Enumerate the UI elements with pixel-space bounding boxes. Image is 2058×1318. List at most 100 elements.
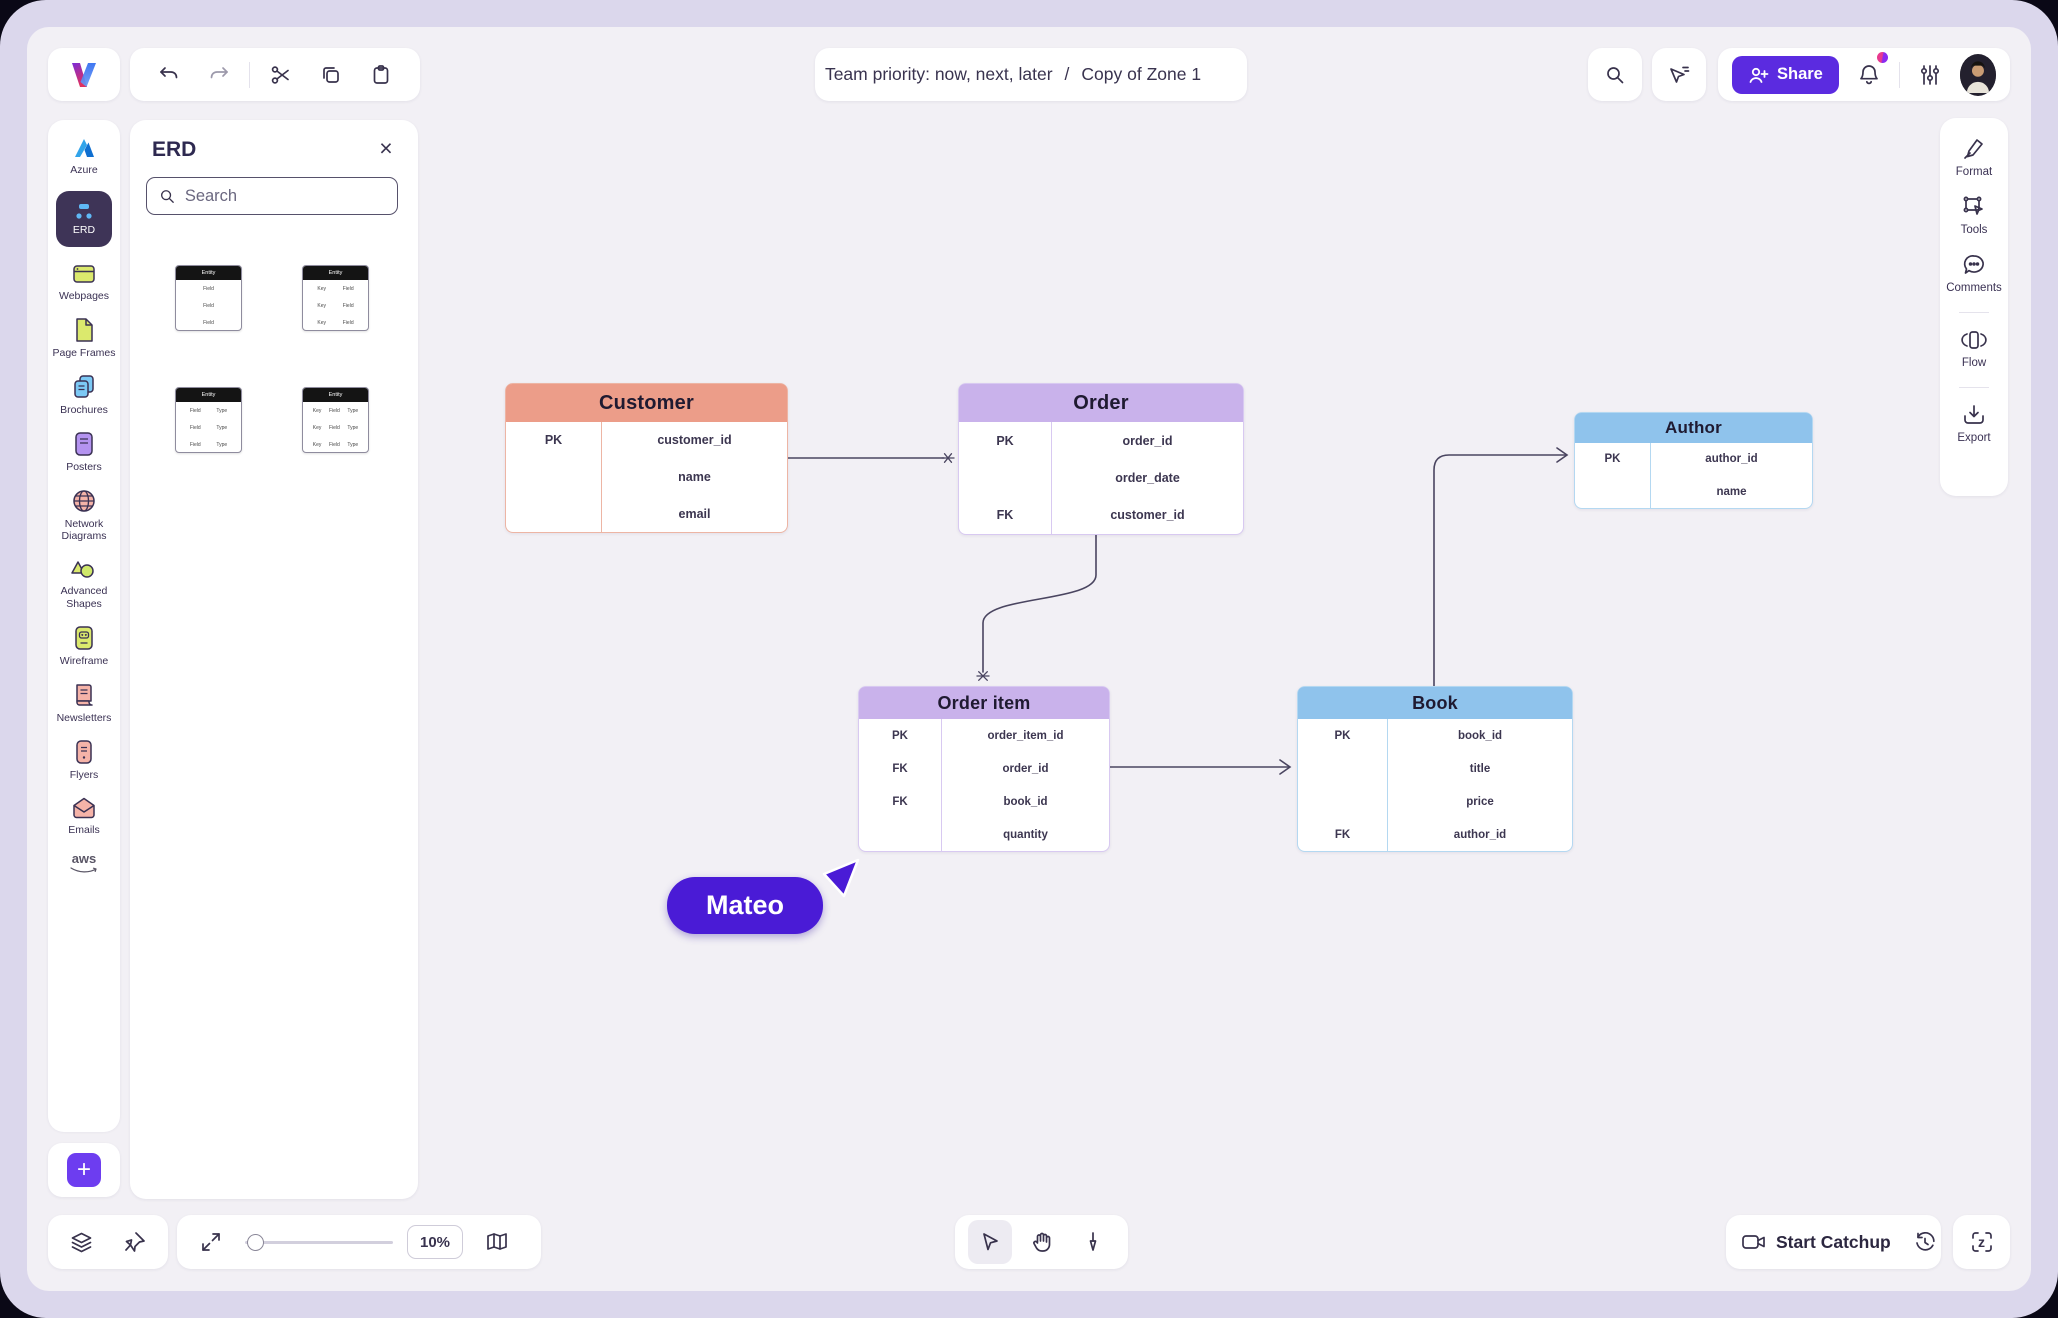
close-panel-button[interactable]: ×	[370, 132, 402, 164]
erd-icon	[72, 203, 96, 220]
entity-order-item[interactable]: Order item PK FK FK order_item_id order_…	[858, 686, 1110, 852]
zoom-slider[interactable]	[245, 1241, 393, 1244]
aws-swoosh	[69, 866, 99, 874]
share-button[interactable]: Share	[1732, 56, 1839, 94]
undo-button[interactable]	[149, 55, 189, 95]
start-catchup-button[interactable]: Start Catchup	[1741, 1231, 1891, 1253]
collaborator-cursor-icon	[818, 852, 866, 904]
comments-icon	[1961, 252, 1987, 278]
breadcrumb-page-title[interactable]: Copy of Zone 1	[1081, 64, 1201, 85]
sidebar-item-emails[interactable]: Emails	[49, 796, 119, 836]
breadcrumb-board-title[interactable]: Team priority: now, next, later	[825, 64, 1053, 85]
azure-icon	[71, 136, 97, 160]
video-camera-icon	[1741, 1231, 1767, 1253]
map-icon	[485, 1230, 509, 1254]
sidebar-item-network-diagrams[interactable]: Network Diagrams	[49, 488, 119, 542]
copy-button[interactable]	[311, 55, 351, 95]
entity-book-body: PK FK book_id title price author_id	[1298, 719, 1572, 851]
pan-tool-button[interactable]	[1020, 1220, 1064, 1264]
key-column: PK FK	[1298, 719, 1388, 851]
sidebar-item-flyers[interactable]: Flyers	[49, 739, 119, 781]
preferences-button[interactable]	[1913, 55, 1947, 95]
sidebar-item-posters[interactable]: Posters	[49, 431, 119, 473]
user-avatar[interactable]	[1960, 54, 1996, 96]
sidebar-item-advanced-shapes[interactable]: Advanced Shapes	[49, 557, 119, 609]
shape-search-input[interactable]	[185, 187, 385, 206]
erd-shape-entity-field-type[interactable]: Entity FieldType FieldType FieldType	[175, 387, 242, 453]
tools-button[interactable]: Tools	[1961, 194, 1988, 236]
panel-title: ERD	[152, 138, 196, 162]
format-icon	[1961, 136, 1987, 162]
entity-author[interactable]: Author PK author_id name	[1574, 412, 1813, 509]
app-logo[interactable]	[48, 48, 120, 101]
erd-shape-entity-key-field-type[interactable]: Entity KeyFieldType KeyFieldType KeyFiel…	[302, 387, 369, 453]
flow-icon	[1961, 327, 1987, 353]
sidebar-item-page-frames[interactable]: Page Frames	[49, 317, 119, 359]
breadcrumb-separator: /	[1065, 64, 1070, 85]
sliders-icon	[1917, 62, 1943, 88]
sidebar-item-brochures[interactable]: Brochures	[49, 374, 119, 416]
entity-author-title: Author	[1575, 413, 1812, 443]
newsletters-icon	[71, 682, 97, 708]
field-column: order_id order_date customer_id	[1052, 422, 1243, 534]
export-icon	[1961, 402, 1987, 428]
history-button[interactable]	[1913, 1222, 1937, 1262]
right-toolbar-divider	[1959, 387, 1989, 388]
select-tool-button[interactable]	[968, 1220, 1012, 1264]
layers-button[interactable]	[61, 1222, 101, 1262]
entity-book[interactable]: Book PK FK book_id title price author_id	[1297, 686, 1573, 852]
pen-tool-button[interactable]	[1071, 1220, 1115, 1264]
page-frames-icon	[72, 317, 96, 343]
entity-customer[interactable]: Customer PK customer_id name email	[505, 383, 788, 533]
entity-customer-title: Customer	[506, 384, 787, 422]
key-column: PK	[506, 422, 602, 532]
minimap-button[interactable]	[477, 1222, 517, 1262]
sidebar-item-azure[interactable]: Azure	[49, 136, 119, 176]
add-library-button[interactable]: +	[67, 1153, 101, 1187]
format-button[interactable]: Format	[1956, 136, 1992, 178]
zone-tool-button[interactable]: z	[1962, 1222, 2002, 1262]
entity-order[interactable]: Order PK FK order_id order_date customer…	[958, 383, 1244, 535]
notifications-button[interactable]	[1852, 55, 1886, 95]
zoom-slider-knob[interactable]	[247, 1234, 264, 1251]
sidebar-item-aws[interactable]: aws	[49, 851, 119, 874]
sidebar-fade	[48, 1090, 120, 1132]
field-column: author_id name	[1651, 443, 1812, 508]
breadcrumb: Team priority: now, next, later / Copy o…	[815, 48, 1247, 101]
redo-button[interactable]	[199, 55, 239, 95]
erd-shapes-panel: ERD × Entity Field Field Field Entity Ke…	[130, 120, 418, 1199]
add-library-card: +	[48, 1143, 120, 1197]
layers-icon	[69, 1230, 94, 1255]
canvas-tools-card	[955, 1215, 1128, 1269]
avatar-image	[1960, 54, 1996, 96]
collaborator-name-badge: Mateo	[667, 877, 823, 934]
erd-shape-entity-key-field[interactable]: Entity KeyField KeyField KeyField	[302, 265, 369, 331]
add-user-icon	[1748, 66, 1769, 84]
comments-button[interactable]: Comments	[1946, 252, 2002, 294]
pin-button[interactable]	[115, 1222, 155, 1262]
cut-button[interactable]	[261, 55, 301, 95]
field-column: customer_id name email	[602, 422, 787, 532]
sidebar-item-webpages[interactable]: Webpages	[49, 262, 119, 302]
close-icon: ×	[379, 135, 392, 162]
emails-icon	[71, 796, 97, 820]
search-icon	[159, 187, 176, 206]
actions-divider	[1899, 62, 1900, 88]
paste-clipboard-button[interactable]	[361, 55, 401, 95]
sidebar-item-erd-selected[interactable]: ERD	[56, 191, 112, 247]
erd-shape-entity-fields[interactable]: Entity Field Field Field	[175, 265, 242, 331]
right-toolbar: Format Tools Comments Flow Export	[1940, 118, 2008, 496]
fit-to-screen-button[interactable]	[191, 1222, 231, 1262]
global-search-button[interactable]	[1588, 48, 1642, 101]
sidebar-item-wireframe[interactable]: Wireframe	[49, 625, 119, 667]
field-column: book_id title price author_id	[1388, 719, 1572, 851]
zone-letter: z	[1978, 1234, 1985, 1250]
zoom-controls-card: 10%	[177, 1215, 541, 1269]
export-button[interactable]: Export	[1957, 402, 1990, 444]
present-follow-button[interactable]	[1652, 48, 1706, 101]
flow-button[interactable]: Flow	[1961, 327, 1987, 369]
sidebar-item-newsletters[interactable]: Newsletters	[49, 682, 119, 724]
zoom-level-value[interactable]: 10%	[407, 1225, 463, 1259]
pointer-present-icon	[1666, 62, 1692, 88]
shape-search[interactable]	[146, 177, 398, 215]
